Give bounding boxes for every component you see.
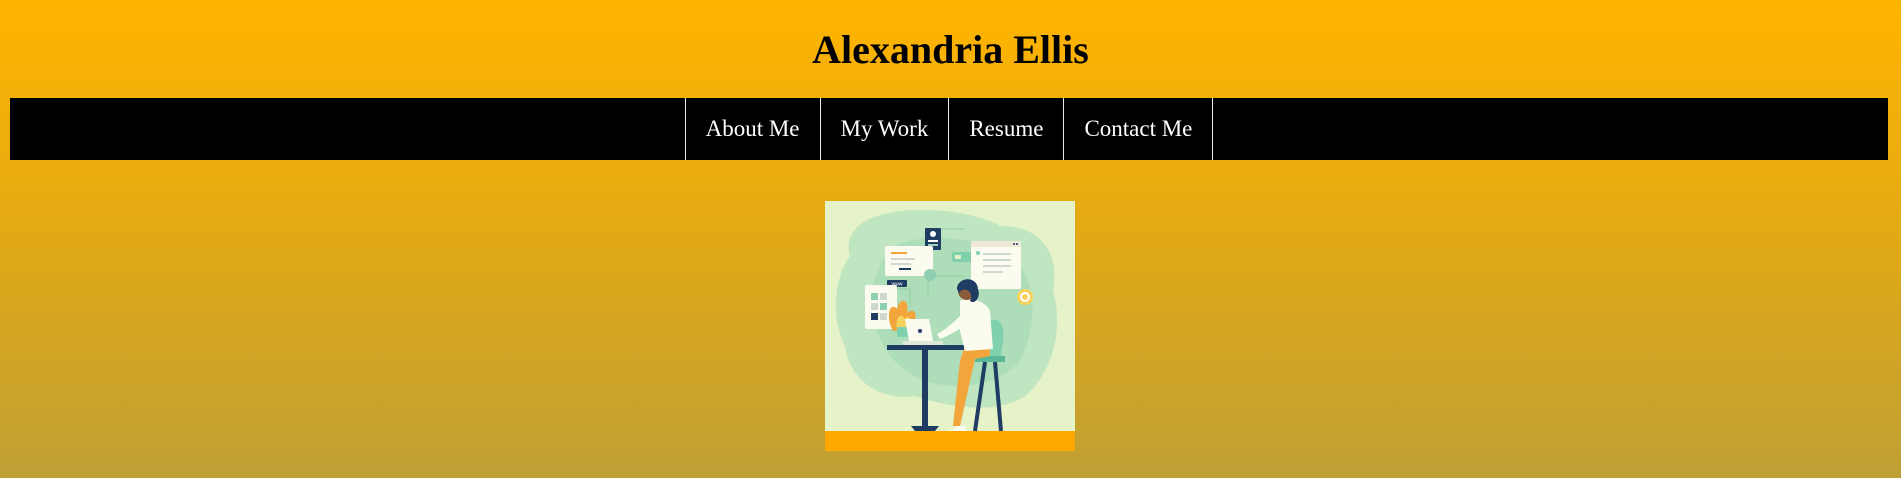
page-title: Alexandria Ellis — [812, 26, 1089, 72]
site-header: Alexandria Ellis — [0, 0, 1901, 98]
hero-image: www — [825, 201, 1075, 451]
gear-icon — [1017, 289, 1033, 305]
nav-item-resume[interactable]: Resume — [949, 98, 1065, 160]
nav-item-about-me[interactable]: About Me — [686, 98, 821, 160]
image-footer-bar — [825, 431, 1075, 451]
main-navigation: About Me My Work Resume Contact Me — [10, 98, 1888, 160]
woman-working-on-laptop-illustration: www — [825, 201, 1075, 451]
nav-list: About Me My Work Resume Contact Me — [684, 98, 1214, 160]
nav-item-contact-me[interactable]: Contact Me — [1064, 98, 1214, 160]
desk — [887, 345, 967, 350]
nav-item-my-work[interactable]: My Work — [821, 98, 950, 160]
